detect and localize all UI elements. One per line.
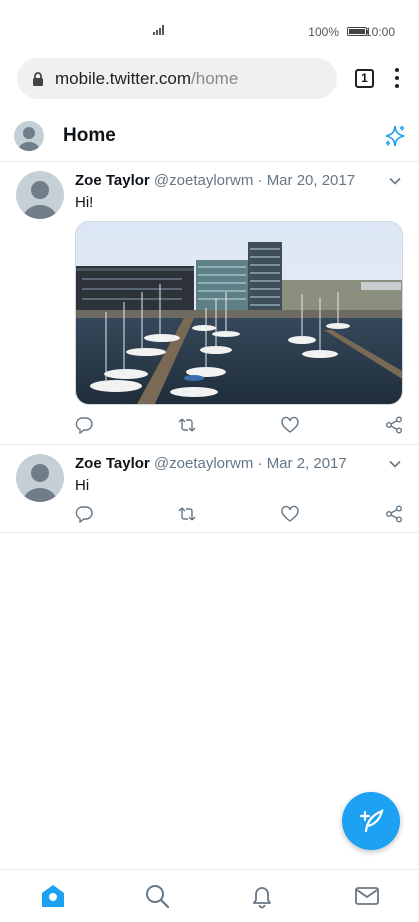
- share-icon[interactable]: [385, 505, 403, 523]
- avatar[interactable]: [16, 171, 64, 219]
- home-icon[interactable]: [40, 883, 66, 909]
- compose-tweet-icon: [359, 809, 384, 833]
- page-title: Home: [63, 125, 116, 146]
- harbor-photo: [76, 222, 402, 404]
- tweet[interactable]: Zoe Taylor @zoetaylorwm · Mar 2, 2017 Hi: [0, 445, 419, 533]
- status-bar: 100% 10:00: [0, 0, 419, 60]
- app-header: Home: [0, 110, 419, 162]
- tweet-media-image[interactable]: [75, 221, 403, 405]
- chevron-down-icon[interactable]: [388, 174, 402, 188]
- retweet-icon[interactable]: [178, 505, 196, 523]
- bottom-navigation: [0, 869, 419, 922]
- chevron-down-icon[interactable]: [388, 457, 402, 471]
- sparkle-icon[interactable]: [383, 124, 407, 148]
- author-name[interactable]: Zoe Taylor: [75, 172, 150, 189]
- author-handle: @zoetaylorwm: [153, 455, 254, 472]
- separator: ·: [257, 172, 263, 189]
- tabs-icon[interactable]: 1: [355, 69, 374, 88]
- tweet-text: Hi!: [75, 194, 94, 211]
- retweet-icon[interactable]: [178, 416, 196, 434]
- reply-icon[interactable]: [75, 505, 93, 523]
- messages-icon[interactable]: [354, 883, 380, 909]
- lock-icon: [33, 71, 43, 86]
- separator: ·: [257, 455, 263, 472]
- author-handle: @zoetaylorwm: [153, 172, 254, 189]
- tweet-actions: [0, 416, 419, 436]
- address-bar[interactable]: mobile.twitter.com/home: [17, 58, 337, 99]
- url-host: mobile.twitter.com: [55, 68, 192, 88]
- tweet-date[interactable]: Mar 20, 2017: [267, 172, 355, 189]
- notifications-icon[interactable]: [249, 883, 275, 909]
- search-icon[interactable]: [144, 883, 170, 909]
- avatar[interactable]: [16, 454, 64, 502]
- tweet-header: Zoe Taylor @zoetaylorwm · Mar 20, 2017: [75, 172, 355, 189]
- url-path: /home: [191, 68, 239, 88]
- status-time: 10:00: [364, 25, 395, 39]
- tweet-date[interactable]: Mar 2, 2017: [267, 455, 347, 472]
- tweet-header: Zoe Taylor @zoetaylorwm · Mar 2, 2017: [75, 455, 347, 472]
- tweet[interactable]: Zoe Taylor @zoetaylorwm · Mar 20, 2017 H…: [0, 162, 419, 445]
- signal-icon: [153, 25, 164, 35]
- reply-icon[interactable]: [75, 416, 93, 434]
- like-icon[interactable]: [281, 505, 299, 523]
- compose-tweet-button[interactable]: [342, 792, 400, 850]
- like-icon[interactable]: [281, 416, 299, 434]
- overflow-menu-icon[interactable]: [389, 66, 405, 90]
- profile-avatar[interactable]: [14, 121, 44, 151]
- share-icon[interactable]: [385, 416, 403, 434]
- tweet-actions: [0, 505, 419, 525]
- author-name[interactable]: Zoe Taylor: [75, 455, 150, 472]
- battery-percent: 100%: [308, 25, 339, 39]
- tweet-text: Hi: [75, 477, 90, 494]
